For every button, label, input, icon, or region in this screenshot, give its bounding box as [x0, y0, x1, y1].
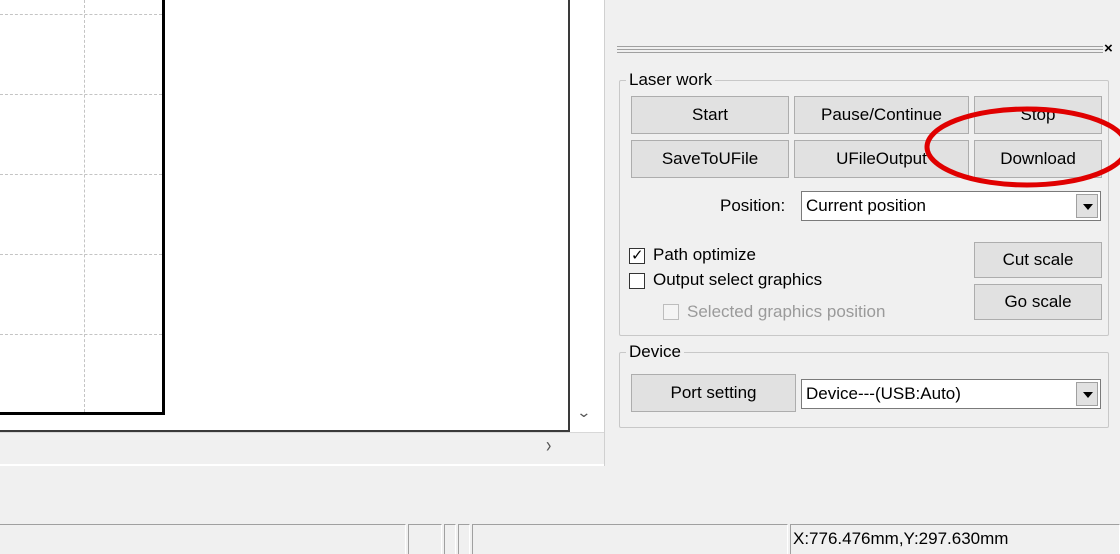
- chevron-right-icon[interactable]: ›: [546, 435, 551, 458]
- status-pane: [472, 524, 788, 554]
- status-pane: [0, 524, 406, 554]
- grid-line: [0, 334, 162, 335]
- ufile-output-button[interactable]: UFileOutput: [794, 140, 969, 178]
- grid-line: [84, 0, 85, 412]
- grid-line: [0, 174, 162, 175]
- selected-graphics-position-label: Selected graphics position: [687, 302, 886, 321]
- chevron-down-icon[interactable]: ⌄: [576, 404, 591, 421]
- path-optimize-checkbox[interactable]: [629, 246, 645, 264]
- panel-gripper[interactable]: [617, 46, 1103, 53]
- stop-button[interactable]: Stop: [974, 96, 1102, 134]
- path-optimize-label: Path optimize: [653, 245, 756, 264]
- laser-work-legend: Laser work: [626, 70, 716, 90]
- status-pane: [444, 524, 456, 554]
- toolbar-area: [0, 466, 1120, 520]
- port-setting-button[interactable]: Port setting: [631, 374, 796, 412]
- close-icon[interactable]: ×: [1104, 40, 1113, 57]
- work-area-border: [0, 412, 165, 415]
- grid-line: [0, 94, 162, 95]
- laser-panel: × Laser work Start Pause/Continue Stop S…: [604, 0, 1120, 466]
- coordinate-readout: X:776.476mm,Y:297.630mm: [790, 524, 1120, 554]
- position-label: Position:: [720, 196, 786, 215]
- dropdown-arrow-icon[interactable]: [1076, 194, 1098, 218]
- device-legend: Device: [626, 342, 684, 362]
- status-pane: [408, 524, 442, 554]
- device-select[interactable]: Device---(USB:Auto): [801, 379, 1101, 409]
- grid-line: [0, 14, 162, 15]
- selected-graphics-position-checkbox: [663, 304, 679, 320]
- save-to-ufile-button[interactable]: SaveToUFile: [631, 140, 789, 178]
- output-select-graphics-checkbox[interactable]: [629, 273, 645, 289]
- drawing-canvas[interactable]: [0, 0, 570, 432]
- start-button[interactable]: Start: [631, 96, 789, 134]
- dropdown-arrow-icon[interactable]: [1076, 382, 1098, 406]
- device-select-value: Device---(USB:Auto): [806, 384, 961, 403]
- status-pane: [458, 524, 470, 554]
- status-bar: X:776.476mm,Y:297.630mm: [0, 520, 1120, 554]
- go-scale-button[interactable]: Go scale: [974, 284, 1102, 320]
- pause-continue-button[interactable]: Pause/Continue: [794, 96, 969, 134]
- position-select[interactable]: Current position: [801, 191, 1101, 221]
- cut-scale-button[interactable]: Cut scale: [974, 242, 1102, 278]
- horizontal-scrollbar[interactable]: ›: [0, 432, 604, 464]
- vertical-scrollbar[interactable]: ⌄: [570, 0, 604, 432]
- position-select-value: Current position: [806, 196, 927, 215]
- output-select-graphics-label: Output select graphics: [653, 270, 823, 289]
- grid-line: [0, 254, 162, 255]
- work-area-border: [162, 0, 165, 415]
- download-button[interactable]: Download: [974, 140, 1102, 178]
